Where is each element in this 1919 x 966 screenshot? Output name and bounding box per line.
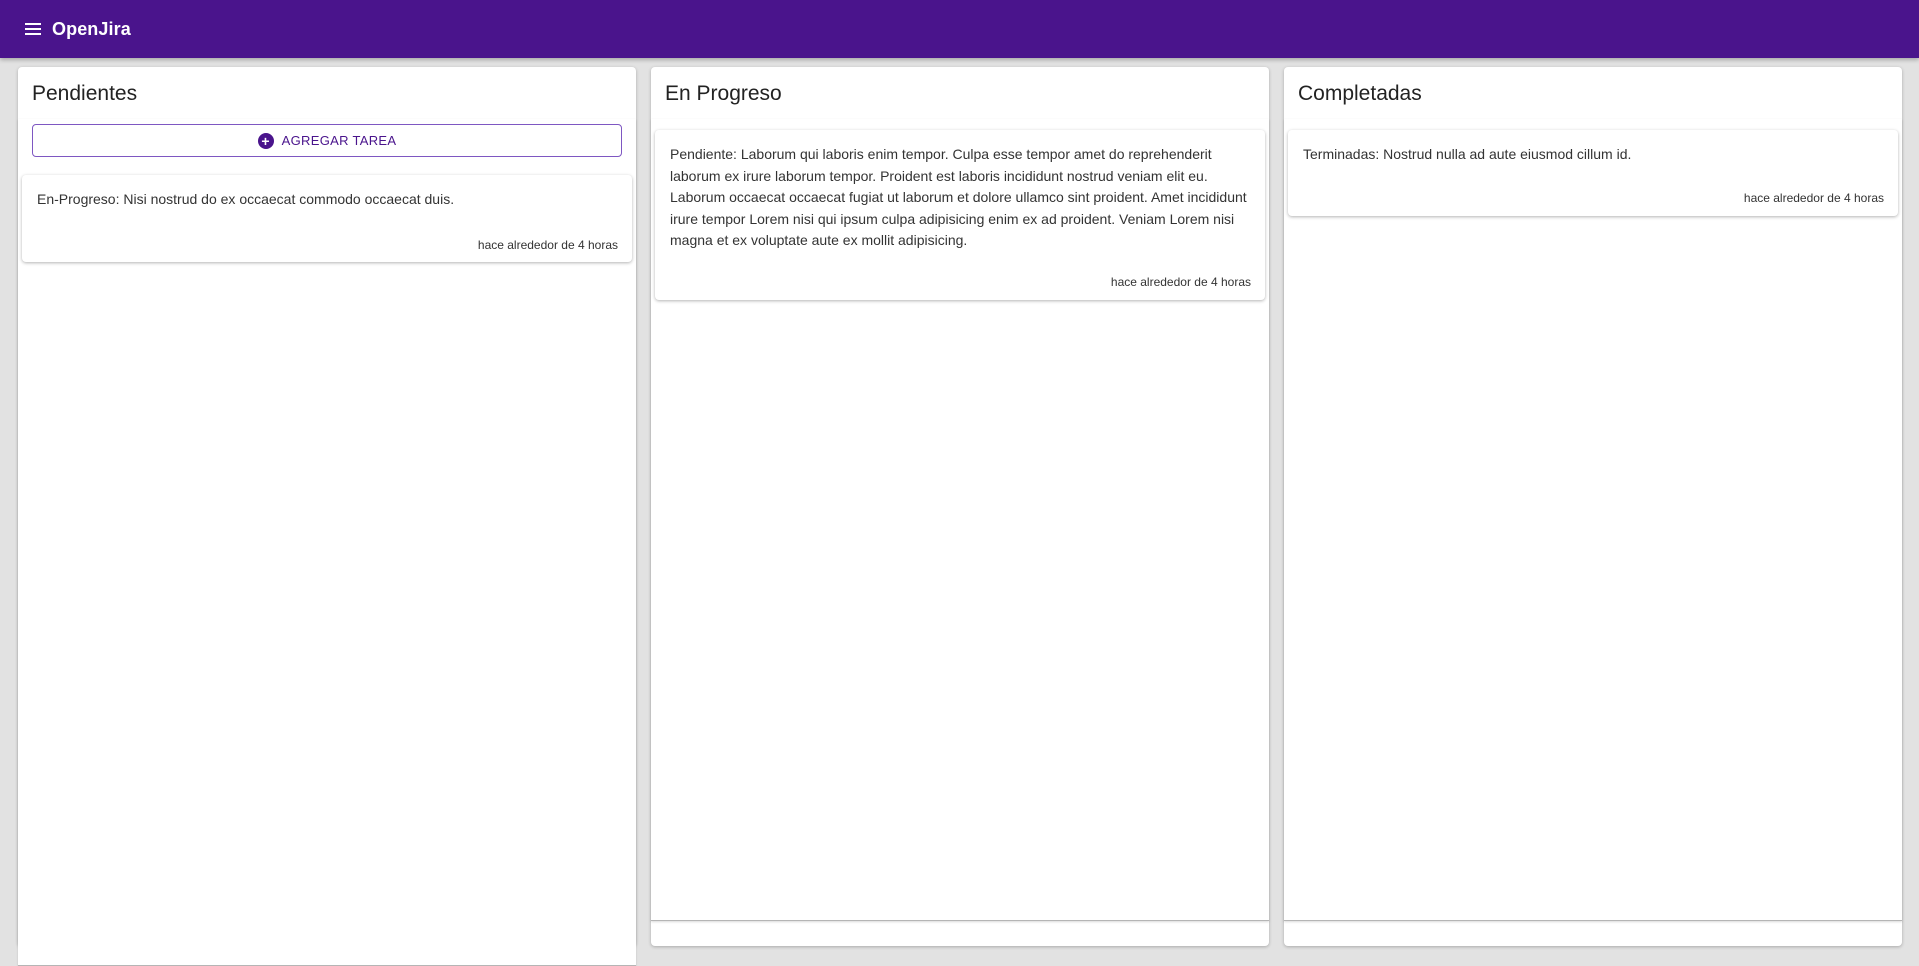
app-title: OpenJira xyxy=(52,18,131,39)
column-en-progreso: En Progreso Pendiente: Laborum qui labor… xyxy=(651,67,1269,946)
column-pendientes: Pendientes + AGREGAR TAREA En-Progreso: … xyxy=(18,67,636,966)
task-description: En-Progreso: Nisi nostrud do ex occaecat… xyxy=(37,191,455,207)
task-time: hace alrededor de 4 horas xyxy=(477,238,618,252)
add-circle-icon: + xyxy=(257,132,274,149)
column-title: En Progreso xyxy=(665,82,782,105)
task-card[interactable]: Terminadas: Nostrud nulla ad aute eiusmo… xyxy=(1288,130,1898,216)
menu-icon[interactable] xyxy=(21,17,45,41)
app-bar: OpenJira xyxy=(0,0,1919,58)
task-card[interactable]: Pendiente: Laborum qui laboris enim temp… xyxy=(655,130,1265,300)
task-description: Terminadas: Nostrud nulla ad aute eiusmo… xyxy=(1303,146,1632,162)
column-completadas: Completadas Terminadas: Nostrud nulla ad… xyxy=(1284,67,1902,946)
task-list xyxy=(1284,119,1902,921)
add-task-label: AGREGAR TAREA xyxy=(281,133,397,148)
task-card[interactable]: En-Progreso: Nisi nostrud do ex occaecat… xyxy=(22,175,632,262)
task-description: Pendiente: Laborum qui laboris enim temp… xyxy=(670,146,1247,248)
task-time: hace alrededor de 4 horas xyxy=(1110,275,1251,289)
column-title: Pendientes xyxy=(32,82,138,105)
add-task-button[interactable]: + AGREGAR TAREA xyxy=(32,124,622,157)
column-title: Completadas xyxy=(1298,82,1422,105)
task-time: hace alrededor de 4 horas xyxy=(1743,191,1884,205)
